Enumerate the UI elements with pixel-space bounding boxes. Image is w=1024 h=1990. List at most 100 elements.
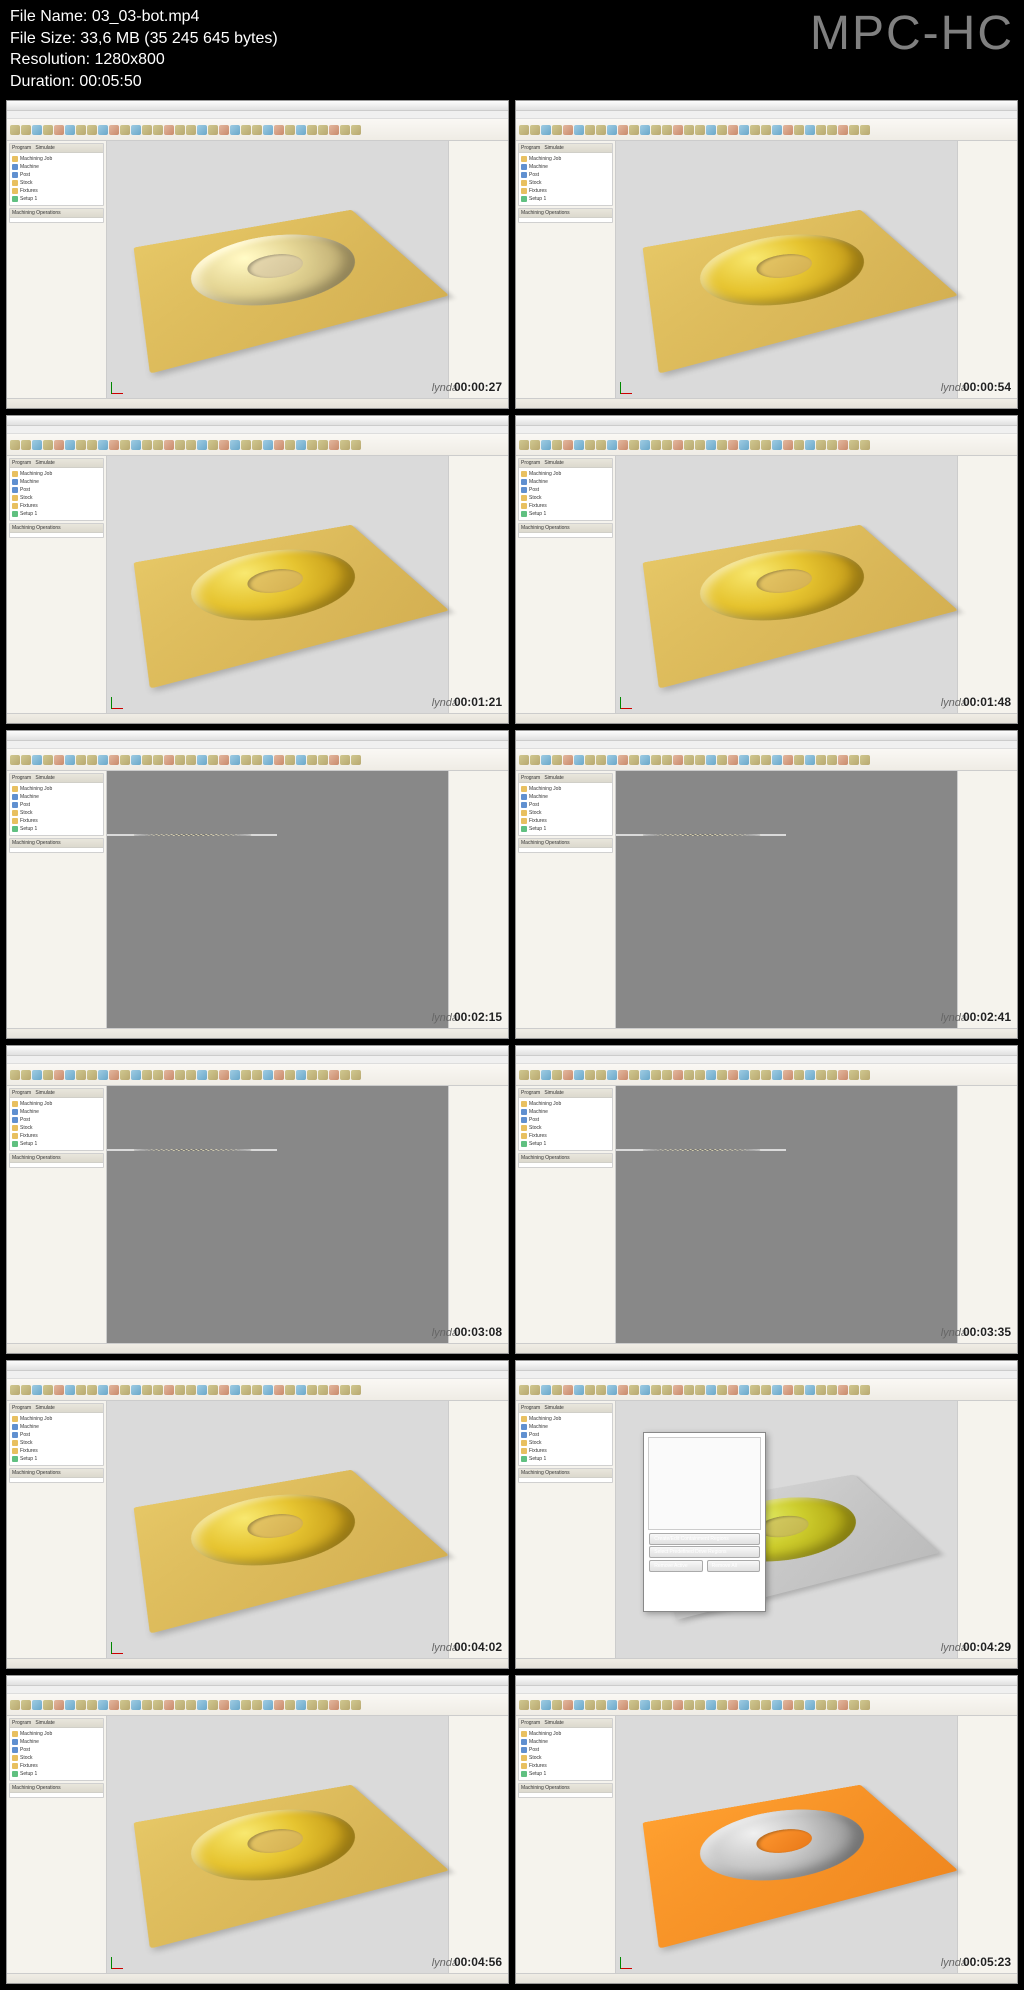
tree-post[interactable]: Post bbox=[521, 486, 610, 494]
toolbar-icon[interactable] bbox=[241, 1385, 251, 1395]
toolbar-icon[interactable] bbox=[541, 755, 551, 765]
toolbar-icon[interactable] bbox=[684, 125, 694, 135]
tree-fixtures[interactable]: Fixtures bbox=[521, 187, 610, 195]
toolbar-icon[interactable] bbox=[307, 1700, 317, 1710]
toolbar-icon[interactable] bbox=[640, 1385, 650, 1395]
tree-post[interactable]: Post bbox=[521, 1746, 610, 1754]
toolbar-icon[interactable] bbox=[662, 1385, 672, 1395]
toolbar-icon[interactable] bbox=[32, 1385, 42, 1395]
toolbar-icon[interactable] bbox=[772, 755, 782, 765]
toolbar-icon[interactable] bbox=[120, 755, 130, 765]
toolbar-icon[interactable] bbox=[263, 125, 273, 135]
toolbar-icon[interactable] bbox=[673, 1070, 683, 1080]
toolbar-icon[interactable] bbox=[750, 1385, 760, 1395]
toolbar-icon[interactable] bbox=[76, 1385, 86, 1395]
toolbar-icon[interactable] bbox=[728, 1700, 738, 1710]
window-titlebar[interactable] bbox=[7, 1361, 508, 1371]
window-titlebar[interactable] bbox=[7, 101, 508, 111]
tree-machining-job[interactable]: Machining Job bbox=[521, 1415, 610, 1423]
tree-setup[interactable]: Setup 1 bbox=[12, 510, 101, 518]
toolbar-icon[interactable] bbox=[684, 1070, 694, 1080]
menubar[interactable] bbox=[516, 426, 1017, 434]
toolbar-icon[interactable] bbox=[252, 125, 262, 135]
program-tab[interactable]: Program Simulate bbox=[519, 774, 612, 783]
toolbar-icon[interactable] bbox=[607, 1385, 617, 1395]
toolbar-icon[interactable] bbox=[574, 1070, 584, 1080]
toolbar-icon[interactable] bbox=[252, 1070, 262, 1080]
toolbar-icon[interactable] bbox=[351, 440, 361, 450]
toolbar-icon[interactable] bbox=[827, 440, 837, 450]
toolbar-icon[interactable] bbox=[21, 1070, 31, 1080]
tree-setup[interactable]: Setup 1 bbox=[12, 825, 101, 833]
toolbar-icon[interactable] bbox=[541, 440, 551, 450]
toolbar-icon[interactable] bbox=[208, 1700, 218, 1710]
toolbar-icon[interactable] bbox=[519, 125, 529, 135]
toolbar-icon[interactable] bbox=[318, 440, 328, 450]
toolbar-icon[interactable] bbox=[794, 1385, 804, 1395]
toolbar-icon[interactable] bbox=[783, 1700, 793, 1710]
tree-machining-job[interactable]: Machining Job bbox=[12, 470, 101, 478]
toolbar-icon[interactable] bbox=[10, 125, 20, 135]
toolbar-icon[interactable] bbox=[673, 755, 683, 765]
toolbar-icon[interactable] bbox=[241, 1700, 251, 1710]
toolbar-icon[interactable] bbox=[849, 755, 859, 765]
toolbar-icon[interactable] bbox=[197, 125, 207, 135]
toolbar-icon[interactable] bbox=[827, 1070, 837, 1080]
tree-stock[interactable]: Stock bbox=[521, 1439, 610, 1447]
toolbar-icon[interactable] bbox=[816, 755, 826, 765]
toolbar-icon[interactable] bbox=[783, 755, 793, 765]
toolbar-icon[interactable] bbox=[651, 1385, 661, 1395]
program-tab[interactable]: Program Simulate bbox=[519, 459, 612, 468]
axis-gizmo-icon[interactable] bbox=[111, 693, 127, 709]
tree-machine[interactable]: Machine bbox=[12, 1738, 101, 1746]
toolbar-icon[interactable] bbox=[285, 1070, 295, 1080]
viewport-top[interactable] bbox=[107, 1149, 277, 1151]
tree-machine[interactable]: Machine bbox=[12, 163, 101, 171]
toolbar-icon[interactable] bbox=[717, 1070, 727, 1080]
toolbar-icon[interactable] bbox=[109, 440, 119, 450]
toolbar-icon[interactable] bbox=[54, 125, 64, 135]
toolbar-icon[interactable] bbox=[772, 1700, 782, 1710]
tree-fixtures[interactable]: Fixtures bbox=[521, 817, 610, 825]
toolbar-icon[interactable] bbox=[816, 1070, 826, 1080]
toolbar-icon[interactable] bbox=[43, 755, 53, 765]
toolbar-icon[interactable] bbox=[827, 1700, 837, 1710]
toolbar-icon[interactable] bbox=[43, 1700, 53, 1710]
toolbar-icon[interactable] bbox=[208, 440, 218, 450]
create-regions-button[interactable]: Create/Edit Containment Regions bbox=[649, 1533, 760, 1545]
window-titlebar[interactable] bbox=[7, 1676, 508, 1686]
tree-stock[interactable]: Stock bbox=[12, 179, 101, 187]
toolbar-icon[interactable] bbox=[750, 755, 760, 765]
toolbar-icon[interactable] bbox=[153, 125, 163, 135]
toolbar-icon[interactable] bbox=[816, 125, 826, 135]
toolbar-icon[interactable] bbox=[230, 755, 240, 765]
tree-post[interactable]: Post bbox=[12, 1431, 101, 1439]
toolbar-icon[interactable] bbox=[98, 1700, 108, 1710]
toolbar-icon[interactable] bbox=[662, 440, 672, 450]
toolbar-icon[interactable] bbox=[21, 440, 31, 450]
toolbar-icon[interactable] bbox=[607, 1700, 617, 1710]
toolbar-icon[interactable] bbox=[838, 125, 848, 135]
toolbar-icon[interactable] bbox=[827, 755, 837, 765]
toolbar-icon[interactable] bbox=[596, 125, 606, 135]
toolbar-icon[interactable] bbox=[552, 1700, 562, 1710]
toolbar-icon[interactable] bbox=[838, 1070, 848, 1080]
toolbar-icon[interactable] bbox=[783, 1385, 793, 1395]
toolbar-icon[interactable] bbox=[728, 1385, 738, 1395]
toolbar-icon[interactable] bbox=[596, 1070, 606, 1080]
toolbar-icon[interactable] bbox=[32, 1070, 42, 1080]
toolbar-icon[interactable] bbox=[706, 440, 716, 450]
toolbar-icon[interactable] bbox=[651, 1070, 661, 1080]
tree-machine[interactable]: Machine bbox=[12, 478, 101, 486]
viewport-quad[interactable] bbox=[107, 771, 448, 1028]
program-tab[interactable]: Program Simulate bbox=[10, 1404, 103, 1413]
toolbar-icon[interactable] bbox=[772, 125, 782, 135]
thumbnail[interactable]: Program Simulate Machining Job Machine P… bbox=[6, 415, 509, 724]
toolbar-icon[interactable] bbox=[252, 755, 262, 765]
toolbar-icon[interactable] bbox=[32, 1700, 42, 1710]
toolbar-icon[interactable] bbox=[530, 1700, 540, 1710]
toolbar-icon[interactable] bbox=[65, 440, 75, 450]
toolbar-icon[interactable] bbox=[274, 125, 284, 135]
toolbar-icon[interactable] bbox=[640, 125, 650, 135]
toolbar-icon[interactable] bbox=[21, 1385, 31, 1395]
